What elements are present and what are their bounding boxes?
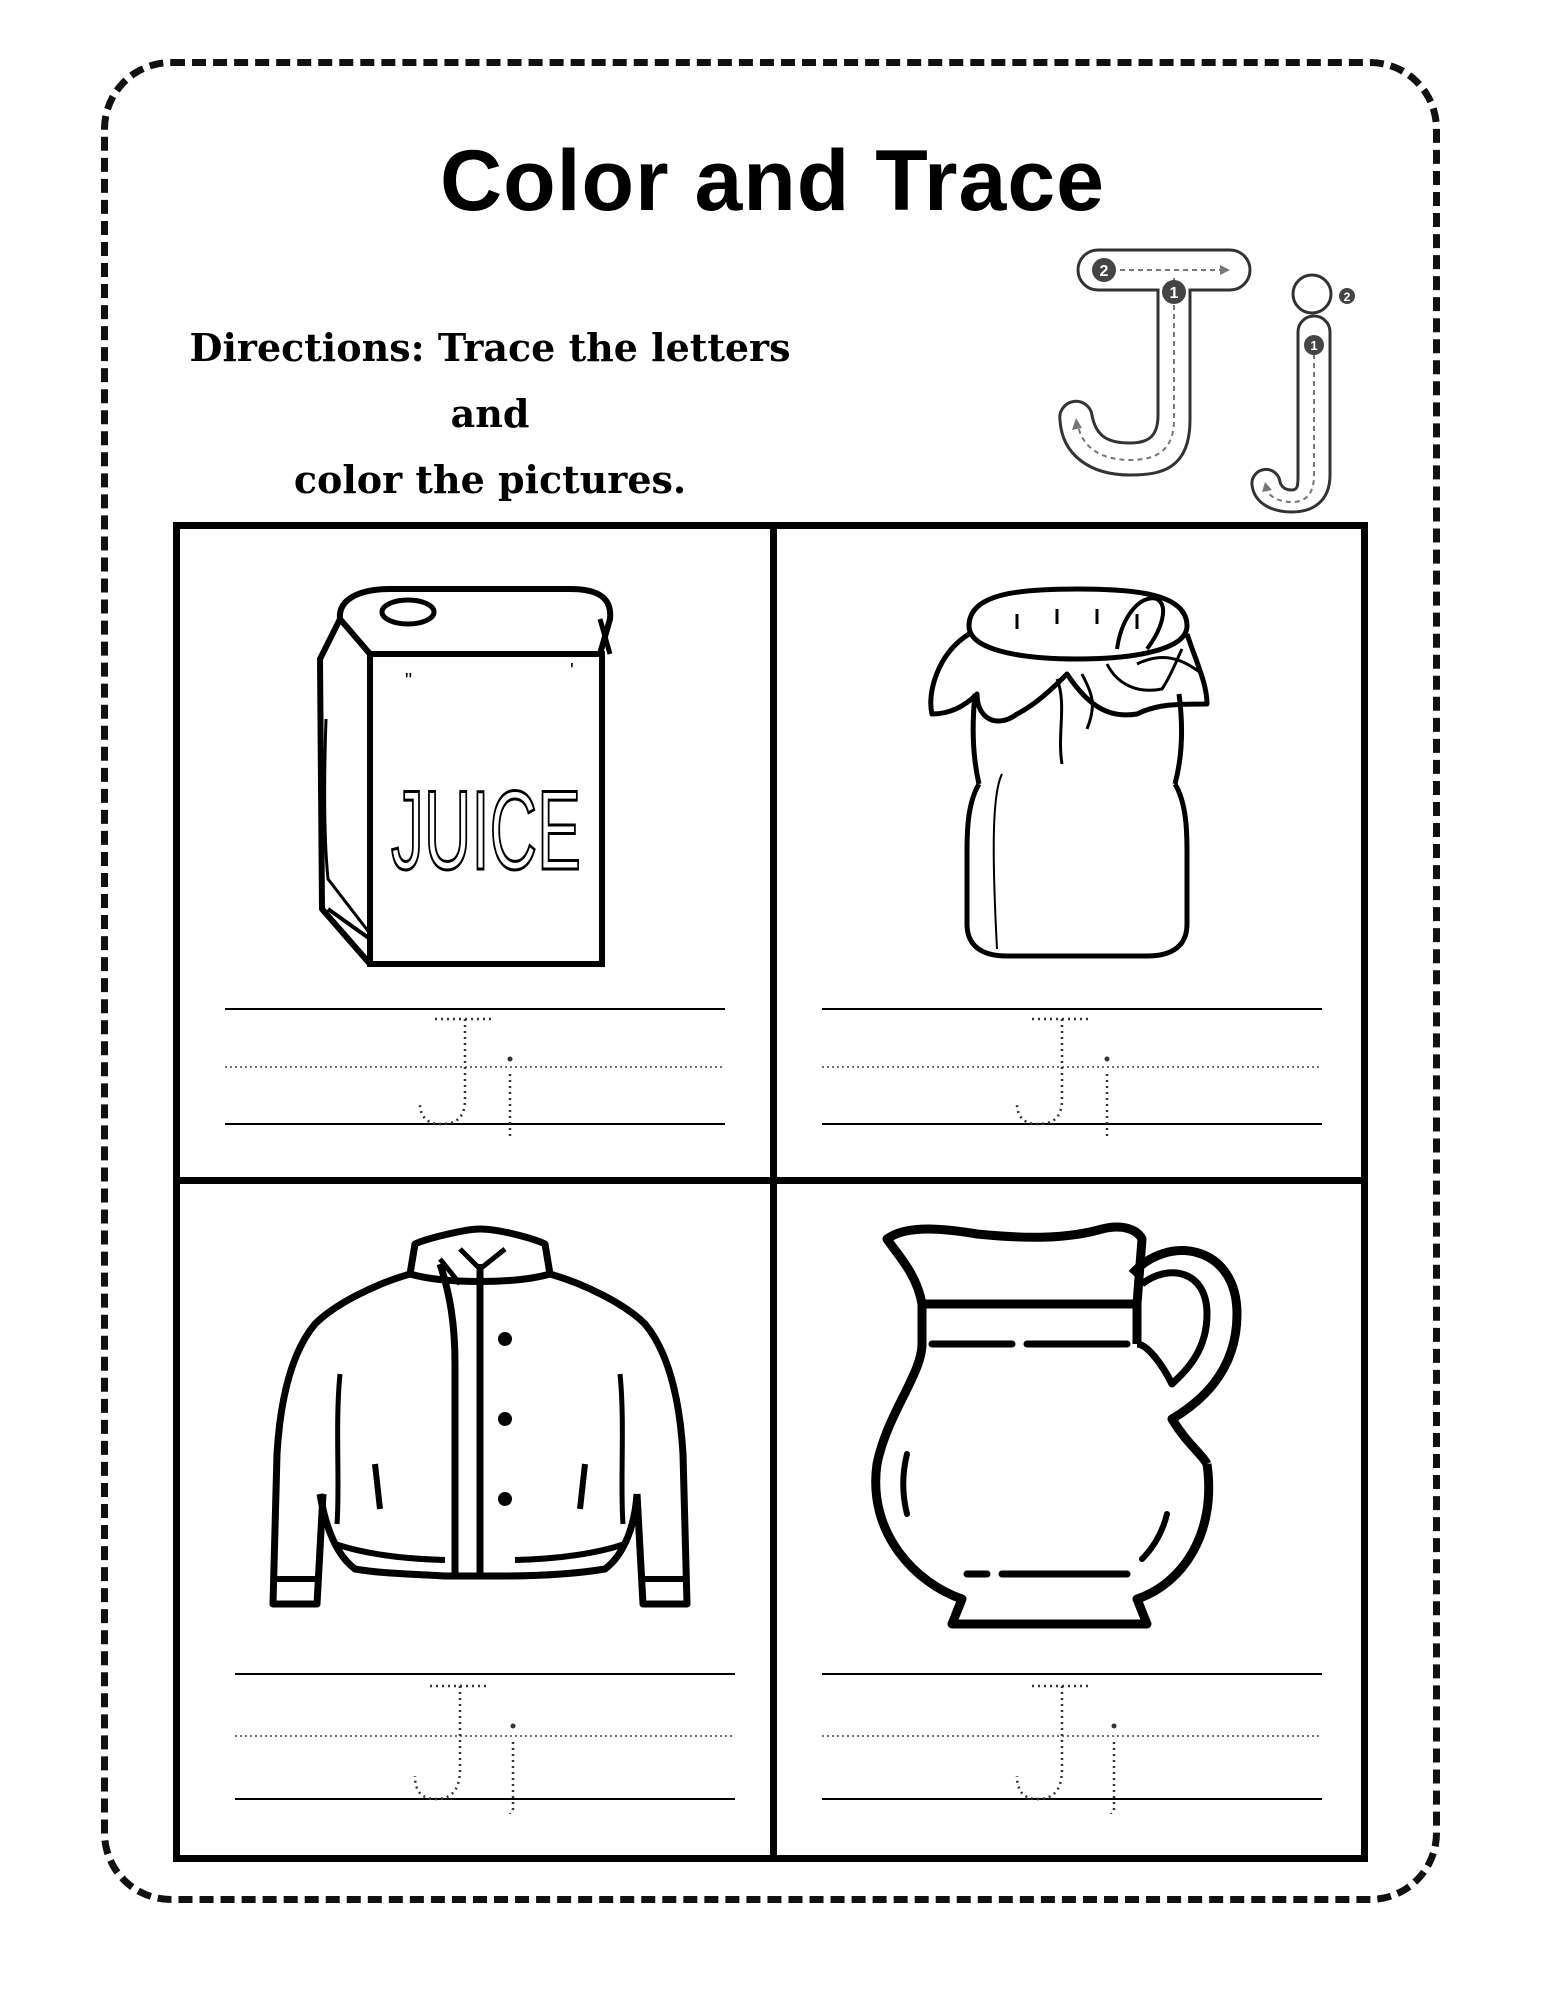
- directions-text: Directions: Trace the letters and color …: [150, 315, 830, 513]
- svg-text:': ': [570, 660, 574, 682]
- svg-text:": ": [405, 670, 412, 692]
- svg-text:2: 2: [1100, 263, 1109, 280]
- trace-lines-jacket[interactable]: [235, 1664, 735, 1814]
- svg-text:1: 1: [1310, 338, 1317, 353]
- juice-label: JUICE: [391, 768, 581, 893]
- svg-text:2: 2: [1344, 290, 1351, 304]
- cell-jacket: [180, 1184, 770, 1855]
- trace-lines-juice[interactable]: [225, 999, 725, 1139]
- letter-stroke-guide: 2 1 2 1: [1058, 248, 1355, 514]
- uppercase-j-outline: [1058, 248, 1252, 477]
- cell-jug: [777, 1184, 1368, 1855]
- page-title: Color and Trace: [440, 133, 1105, 229]
- cell-jam: [777, 529, 1368, 1177]
- jug-picture[interactable]: [867, 1214, 1267, 1634]
- directions-line-1: Directions: Trace the letters and: [189, 325, 791, 436]
- directions-line-2: color the pictures.: [293, 457, 687, 502]
- trace-lines-jam[interactable]: [822, 999, 1322, 1139]
- svg-text:1: 1: [1170, 285, 1179, 302]
- picture-grid: " ' JUICE: [173, 522, 1368, 1862]
- cell-juice: " ' JUICE: [180, 529, 770, 1177]
- jam-jar-picture[interactable]: [907, 554, 1247, 964]
- grid-divider-horizontal: [180, 1177, 1361, 1184]
- lowercase-j-dot: [1291, 273, 1333, 315]
- trace-lines-jug[interactable]: [822, 1664, 1322, 1814]
- jacket-picture[interactable]: [265, 1224, 695, 1654]
- grid-divider-vertical: [770, 529, 777, 1855]
- juice-box-picture[interactable]: " ' JUICE: [300, 579, 660, 969]
